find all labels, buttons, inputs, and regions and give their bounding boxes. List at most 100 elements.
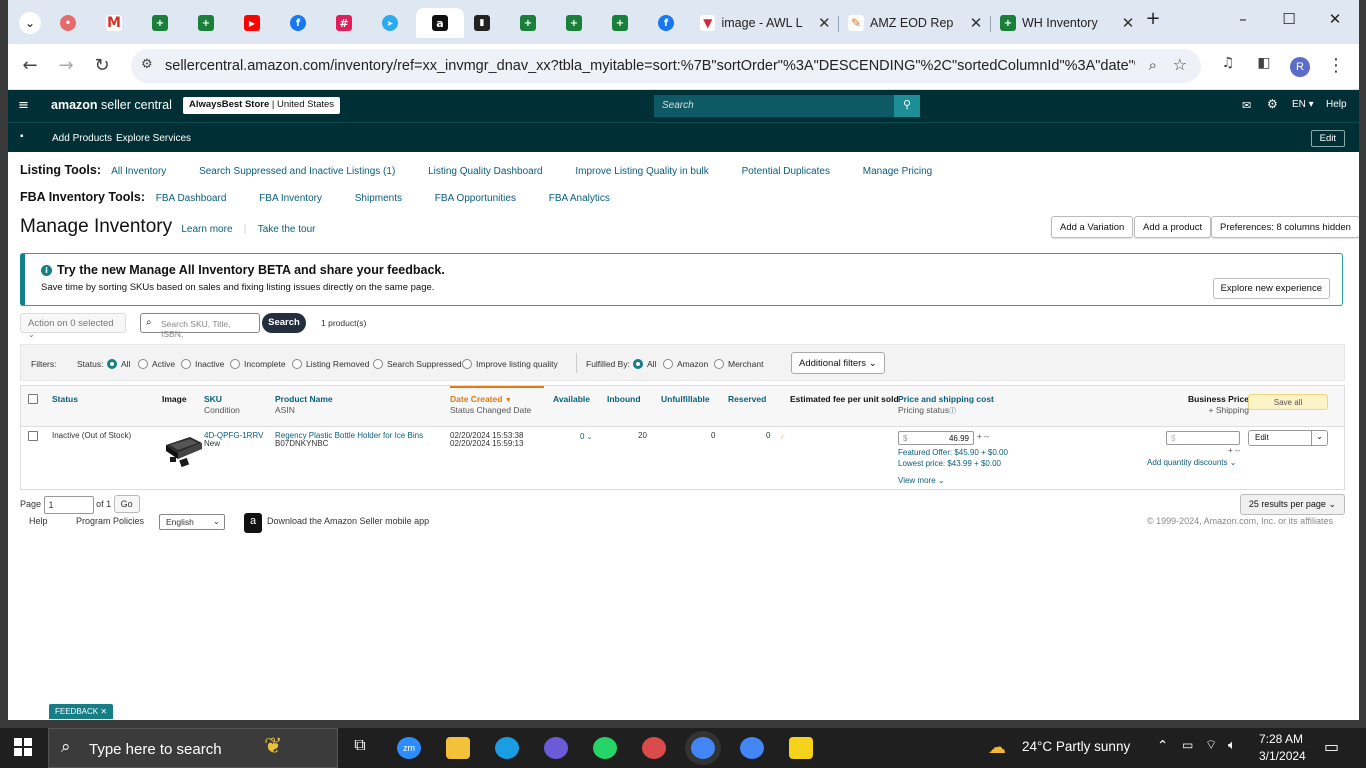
tab-pinned-facebook[interactable]: f (278, 8, 318, 38)
bookmark-star-icon[interactable]: ☆ (1173, 55, 1187, 74)
tab-pinned-amazon[interactable]: a (416, 8, 464, 38)
col-unfulfillable[interactable]: Unfulfillable (661, 394, 710, 404)
col-sku[interactable]: SKU Condition (204, 394, 240, 415)
col-inbound[interactable]: Inbound (607, 394, 641, 404)
col-available[interactable]: Available (553, 394, 590, 404)
back-arrow-icon[interactable]: ← (18, 55, 42, 76)
add-variation-button[interactable]: Add a Variation (1051, 216, 1134, 238)
view-more-link[interactable]: View more ⌄ (898, 476, 945, 485)
chrome-icon[interactable] (691, 737, 715, 759)
preferences-button[interactable]: Preferences: 8 columns hidden (1211, 216, 1359, 238)
file-explorer-icon[interactable] (446, 737, 470, 759)
tab-pinned-slack[interactable]: # (324, 8, 364, 38)
link-all-inventory[interactable]: All Inventory (111, 166, 166, 177)
footer-help-link[interactable]: Help (29, 516, 48, 526)
address-bar[interactable]: ⚙ sellercentral.amazon.com/inventory/ref… (131, 49, 1201, 83)
tab-pinned-youtube[interactable]: ▶ (232, 8, 272, 38)
tab-pinned-5[interactable]: ▮ (462, 8, 502, 38)
col-reserved[interactable]: Reserved (728, 394, 766, 404)
explore-new-experience-button[interactable]: Explore new experience (1212, 278, 1330, 299)
business-price-input[interactable]: $ (1166, 431, 1240, 445)
language-selector[interactable]: EN ▾ (1292, 99, 1314, 110)
fulfilled-merchant[interactable]: Merchant (714, 359, 763, 369)
bulk-action-select[interactable]: Action on 0 selected ⌄ (20, 313, 126, 339)
row-available[interactable]: 0 ⌄ (580, 432, 593, 441)
status-listing-removed[interactable]: Listing Removed (292, 359, 369, 369)
weather-text[interactable]: 24°C Partly sunny (1022, 739, 1130, 754)
task-view-icon[interactable]: ⧉ (348, 737, 372, 759)
wifi-icon[interactable]: ⌔ (1205, 737, 1217, 753)
status-all[interactable]: All (107, 359, 130, 369)
add-product-button[interactable]: Add a product (1134, 216, 1212, 238)
clock-date[interactable]: 3/1/2024 (1259, 749, 1306, 763)
status-inactive[interactable]: Inactive (181, 359, 224, 369)
link-potential-duplicates[interactable]: Potential Duplicates (742, 166, 830, 177)
take-tour-link[interactable]: Take the tour (258, 224, 316, 235)
lowest-price[interactable]: Lowest price: $43.99 + $0.00 (898, 459, 1001, 468)
sticky-notes-icon[interactable] (789, 737, 813, 759)
volume-icon[interactable]: 🔈︎ (1228, 737, 1236, 753)
nav-add-products[interactable]: Add Products (52, 133, 112, 144)
media-control-icon[interactable]: ♫ (1216, 55, 1240, 71)
col-price[interactable]: Price and shipping cost Pricing statusⓘ (898, 394, 994, 416)
link-fba-inventory[interactable]: FBA Inventory (259, 193, 322, 204)
language-select[interactable]: English ⌄ (159, 514, 225, 530)
seller-search-input[interactable]: Search (654, 95, 894, 117)
edge-icon[interactable] (495, 737, 519, 759)
tab-pinned-sheets-4[interactable]: + (554, 8, 594, 38)
col-status[interactable]: Status (52, 394, 78, 404)
link-listing-quality[interactable]: Listing Quality Dashboard (428, 166, 543, 177)
status-search-suppressed[interactable]: Search Suppressed (373, 359, 462, 369)
add-quantity-discounts-link[interactable]: Add quantity discounts ⌄ (1147, 458, 1236, 467)
info-icon[interactable]: ⓘ (949, 408, 956, 415)
tab-pinned-sheets-3[interactable]: + (508, 8, 548, 38)
chevron-up-icon[interactable]: ⌃ (1157, 738, 1168, 754)
nav-explore-services[interactable]: Explore Services (116, 133, 191, 144)
profile-avatar[interactable]: R (1290, 57, 1310, 77)
close-window-button[interactable]: ✕ (1322, 10, 1348, 28)
seller-central-logo[interactable]: amazon seller central (51, 98, 172, 112)
download-app-link[interactable]: Download the Amazon Seller mobile app (267, 516, 429, 526)
status-active[interactable]: Active (138, 359, 175, 369)
col-product-name[interactable]: Product Name ASIN (275, 394, 333, 415)
row-checkbox[interactable] (28, 431, 38, 441)
fulfilled-all[interactable]: All (633, 359, 656, 369)
tab-pinned-telegram[interactable]: ➤ (370, 8, 410, 38)
fulfilled-amazon[interactable]: Amazon (663, 359, 708, 369)
clock-time[interactable]: 7:28 AM (1259, 732, 1303, 746)
select-all-checkbox[interactable] (28, 394, 38, 404)
tab-pinned-sheets-2[interactable]: + (186, 8, 226, 38)
tab-pinned-sheets-5[interactable]: + (600, 8, 640, 38)
mail-icon[interactable]: ✉ (1242, 99, 1251, 112)
featured-offer[interactable]: Featured Offer: $45.90 + $0.00 (898, 448, 1008, 457)
side-panel-icon[interactable]: ◧ (1252, 55, 1276, 71)
windows-start-icon[interactable] (14, 738, 32, 756)
maximize-button[interactable]: ☐ (1276, 10, 1302, 28)
close-icon[interactable]: ✕ (817, 14, 832, 32)
sku-search-input[interactable]: ⌕ Search SKU, Title, ISBN, (140, 313, 260, 339)
snipping-tool-icon[interactable] (642, 737, 666, 759)
link-fba-dashboard[interactable]: FBA Dashboard (156, 193, 227, 204)
search-button[interactable]: Search (262, 313, 306, 333)
url-text[interactable]: sellercentral.amazon.com/inventory/ref=x… (165, 58, 1135, 74)
minimize-button[interactable]: – (1230, 10, 1256, 28)
notifications-icon[interactable]: ▭ (1324, 737, 1339, 756)
search-icon[interactable]: ⚲ (894, 95, 920, 117)
zoom-app-icon[interactable]: zm (397, 737, 421, 759)
tab-pinned-1[interactable]: • (48, 8, 88, 38)
chrome-icon[interactable] (740, 737, 764, 759)
tab-image[interactable]: ▼ image - AWL L ✕ (692, 8, 832, 38)
link-manage-pricing[interactable]: Manage Pricing (863, 166, 932, 177)
go-button[interactable]: Go (113, 495, 140, 513)
store-selector[interactable]: AlwaysBest Store | United States (183, 97, 341, 114)
seller-search[interactable]: Search ⚲ (654, 95, 920, 117)
footer-policies-link[interactable]: Program Policies (76, 516, 144, 526)
price-input[interactable]: $46.99 (898, 431, 974, 445)
additional-filters-button[interactable]: Additional filters ⌄ (791, 352, 885, 374)
link-suppressed-listings[interactable]: Search Suppressed and Inactive Listings … (199, 166, 395, 177)
tab-amz-eod[interactable]: ✎ AMZ EOD Rep ✕ (840, 8, 986, 38)
tab-pinned-facebook-2[interactable]: f (646, 8, 686, 38)
help-link[interactable]: Help (1326, 99, 1347, 110)
seller-app-icon[interactable]: a (244, 513, 262, 533)
hamburger-menu-icon[interactable]: ≡ (18, 98, 29, 113)
